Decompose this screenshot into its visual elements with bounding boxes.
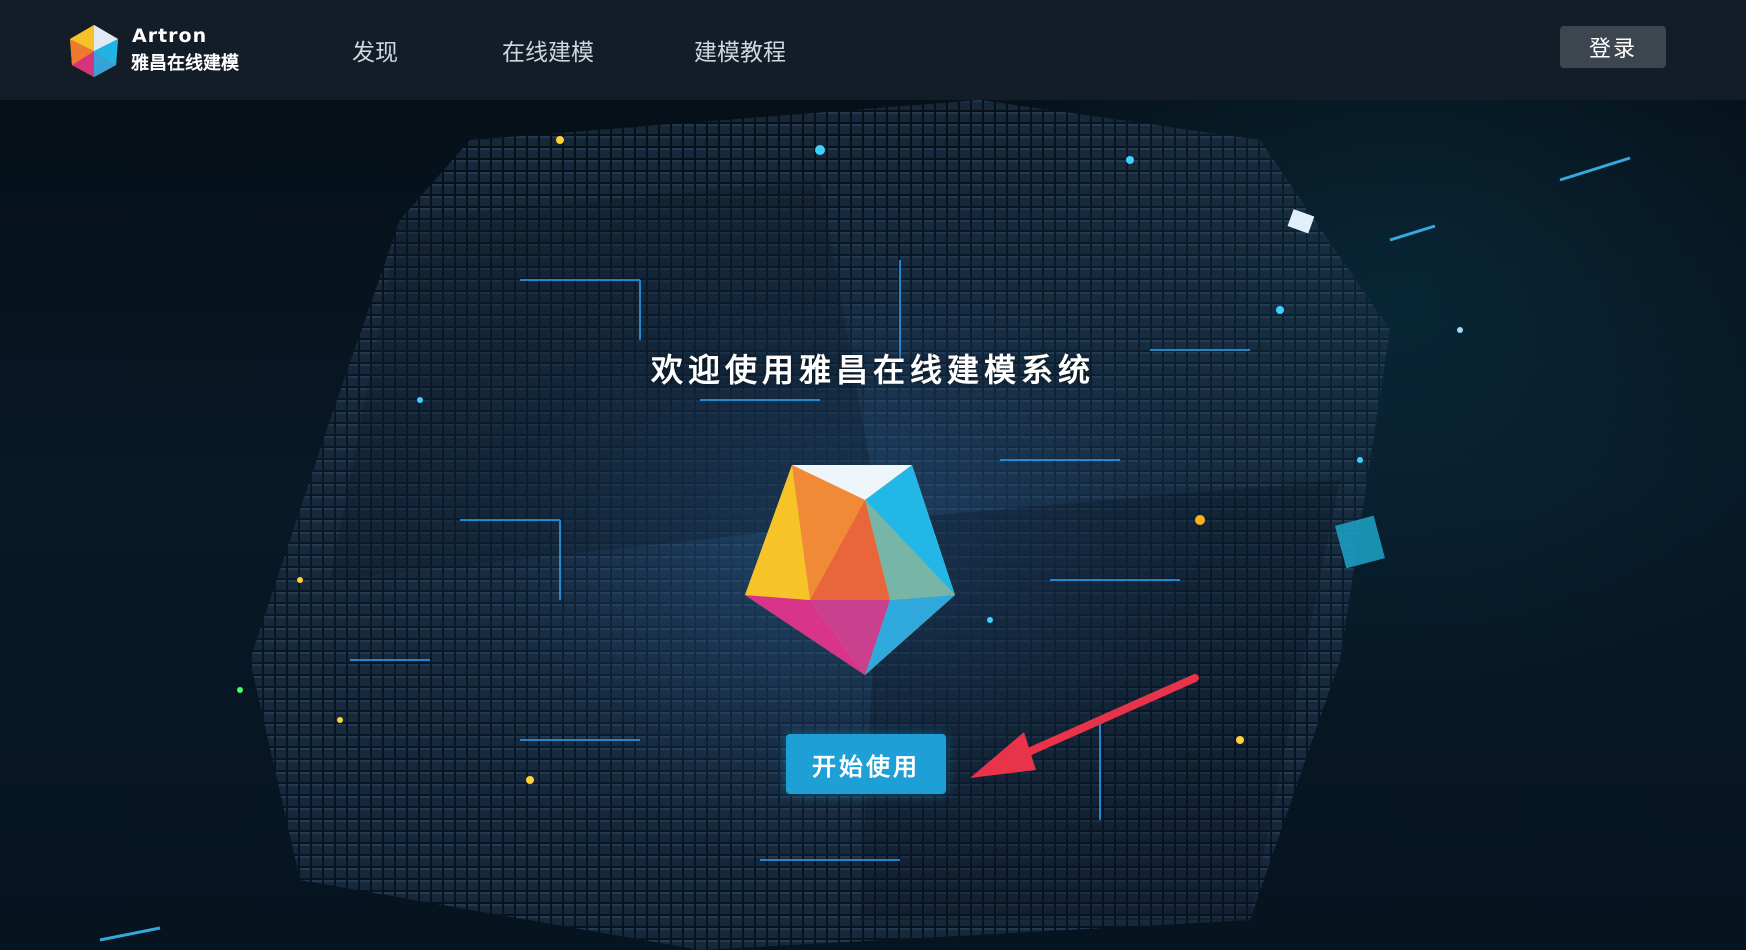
brand-name-en: Artron xyxy=(132,25,208,47)
nav-item-online-modeling[interactable]: 在线建模 xyxy=(502,33,594,67)
annotation-arrow-icon xyxy=(970,674,1199,778)
brand-name-cn: 雅昌在线建模 xyxy=(131,53,239,74)
welcome-title: 欢迎使用雅昌在线建模系统 xyxy=(650,351,1095,389)
start-button[interactable]: 开始使用 xyxy=(786,734,946,794)
app-page: Artron 雅昌在线建模 发现 在线建模 建模教程 登录 欢迎使用雅昌在线建模… xyxy=(0,0,1746,950)
hero-section: 欢迎使用雅昌在线建模系统 开始使用 xyxy=(0,100,1746,950)
main-nav: 发现 在线建模 建模教程 xyxy=(352,0,886,100)
login-button[interactable]: 登录 xyxy=(1560,26,1666,68)
brand-logo[interactable]: Artron 雅昌在线建模 xyxy=(66,23,256,79)
product-logo-icon xyxy=(745,465,955,675)
nav-item-discover[interactable]: 发现 xyxy=(352,33,398,67)
nav-item-modeling-tutorial[interactable]: 建模教程 xyxy=(694,33,786,67)
top-navbar: Artron 雅昌在线建模 发现 在线建模 建模教程 登录 xyxy=(0,0,1746,100)
logo-icon xyxy=(70,25,118,77)
